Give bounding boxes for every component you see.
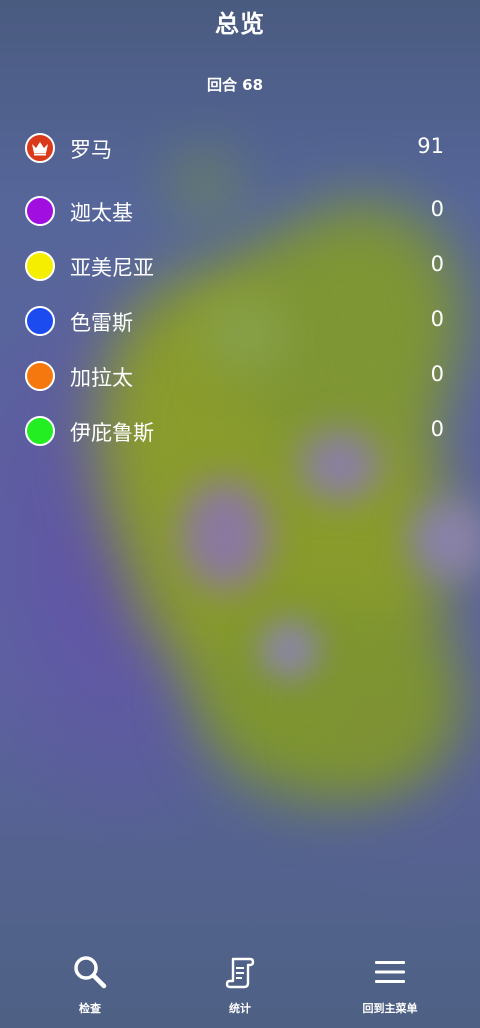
civ-score: 91 [417, 134, 444, 158]
main-menu-label: 回到主菜单 [362, 1002, 418, 1015]
stats-label: 统计 [229, 1002, 251, 1015]
civ-name: 色雷斯 [70, 311, 133, 335]
civ-score: 0 [430, 197, 444, 221]
stats-button[interactable]: 统计 [180, 950, 300, 1020]
civ-name: 伊庇鲁斯 [70, 421, 154, 445]
civ-color-dot [25, 196, 55, 226]
crown-icon [25, 133, 55, 163]
turn-counter: 回合 68 [206, 76, 264, 94]
civ-name: 加拉太 [70, 366, 133, 390]
civ-name: 亚美尼亚 [70, 256, 154, 280]
civ-color-dot [25, 251, 55, 281]
civ-color-dot [25, 306, 55, 336]
search-icon [30, 954, 150, 990]
civ-color-dot [25, 361, 55, 391]
civ-score: 0 [430, 252, 444, 276]
civ-row-galatia[interactable]: 加拉太 0 [0, 356, 480, 396]
civ-name: 迦太基 [70, 201, 133, 225]
inspect-button[interactable]: 检查 [30, 950, 150, 1020]
bottom-navigation: 检查 统计 回到主菜单 [0, 950, 480, 1028]
inspect-label: 检查 [79, 1002, 101, 1015]
civ-row-carthage[interactable]: 迦太基 0 [0, 191, 480, 231]
menu-icon [330, 954, 450, 990]
civ-score: 0 [430, 307, 444, 331]
civ-name: 罗马 [70, 138, 112, 162]
page-title: 总览 [215, 10, 265, 38]
scroll-icon [180, 954, 300, 990]
civ-row-thrace[interactable]: 色雷斯 0 [0, 301, 480, 341]
civ-row-rome[interactable]: 罗马 91 [0, 128, 480, 168]
civ-row-armenia[interactable]: 亚美尼亚 0 [0, 246, 480, 286]
civ-color-dot [25, 416, 55, 446]
civ-score: 0 [430, 417, 444, 441]
civ-score: 0 [430, 362, 444, 386]
civ-row-epirus[interactable]: 伊庇鲁斯 0 [0, 411, 480, 451]
main-menu-button[interactable]: 回到主菜单 [330, 950, 450, 1020]
